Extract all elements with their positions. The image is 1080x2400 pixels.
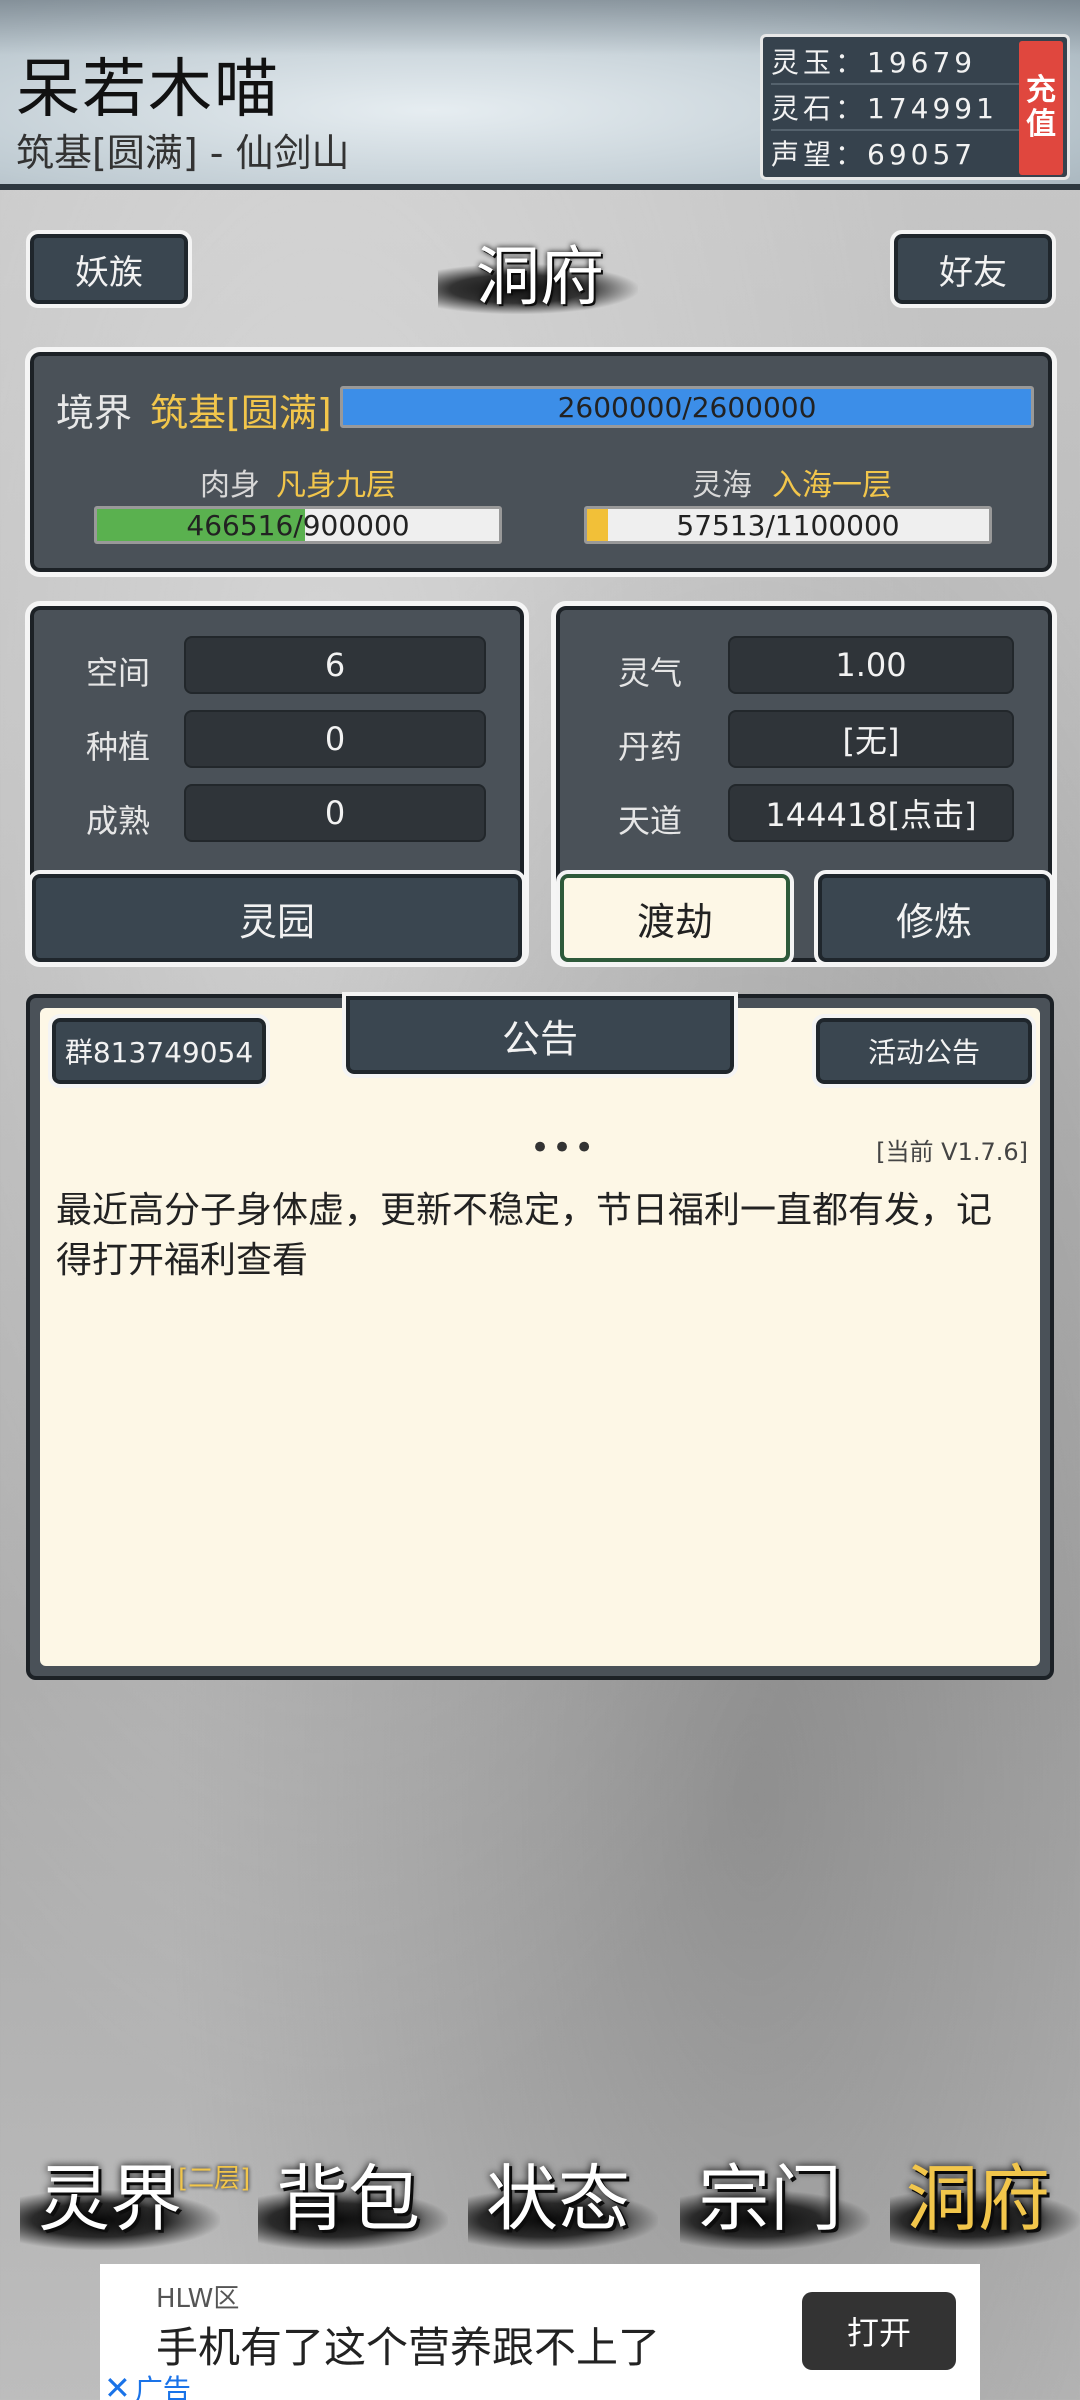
ad-brand: HLW区 xyxy=(156,2284,240,2314)
realm-progress-text: 2600000/2600000 xyxy=(557,390,817,424)
pills-value: [无] xyxy=(728,710,1014,768)
top-header: 呆若木喵 筑基[圆满] - 仙剑山 灵玉：19679 灵石：174991 声望：… xyxy=(0,0,1080,190)
mature-label: 成熟 xyxy=(86,802,151,840)
planted-label: 种植 xyxy=(86,728,151,766)
nav-status[interactable]: 状态 xyxy=(486,2140,630,2250)
realm-panel: 境界 筑基[圆满] 2600000/2600000 肉身 凡身九层 466516… xyxy=(25,347,1057,577)
player-name: 呆若木喵 xyxy=(16,53,280,127)
nav-spirit-realm-badge: [二层] xyxy=(178,2164,251,2194)
sea-value: 入海一层 xyxy=(772,468,892,503)
space-label: 空间 xyxy=(86,654,151,692)
nav-sect[interactable]: 宗门 xyxy=(698,2140,842,2250)
realm-label: 境界 xyxy=(56,391,133,435)
page-title-text: 洞府 xyxy=(476,241,604,315)
page-title: 洞府 xyxy=(430,222,650,322)
friends-button[interactable]: 好友 xyxy=(890,230,1056,308)
sea-label: 灵海 xyxy=(692,468,752,503)
nav-backpack[interactable]: 背包 xyxy=(276,2140,420,2250)
notice-text: 最近高分子身体虚，更新不稳定，节日福利一直都有发，记得打开福利查看 xyxy=(56,1190,993,1281)
pills-label: 丹药 xyxy=(618,728,683,766)
spirit-garden-button[interactable]: 灵园 xyxy=(28,870,526,966)
spirit-qi-label: 灵气 xyxy=(618,654,683,692)
currency-lingshi: 灵石：174991 xyxy=(771,87,1021,131)
recharge-button[interactable]: 充值 xyxy=(1019,41,1063,175)
ad-headline: 手机有了这个营养跟不上了 xyxy=(156,2323,661,2372)
body-label: 肉身 xyxy=(200,468,260,503)
ad-banner[interactable]: HLW区 手机有了这个营养跟不上了 打开 ✕ 广告 xyxy=(100,2264,980,2400)
mature-value: 0 xyxy=(184,784,486,842)
ad-tag: 广告 xyxy=(134,2373,191,2400)
yaozu-button[interactable]: 妖族 xyxy=(26,230,192,308)
heavenly-dao-value[interactable]: 144418[点击] xyxy=(728,784,1014,842)
notice-panel: ••• [当前 V1.7.6] 最近高分子身体虚，更新不稳定，节日福利一直都有发… xyxy=(26,994,1054,1680)
tribulation-button[interactable]: 渡劫 xyxy=(556,870,794,966)
cultivate-button[interactable]: 修炼 xyxy=(814,870,1054,966)
ad-open-button[interactable]: 打开 xyxy=(802,2292,956,2370)
sea-progress-text: 57513/1100000 xyxy=(676,508,900,542)
close-icon[interactable]: ✕ xyxy=(104,2369,131,2400)
planted-value: 0 xyxy=(184,710,486,768)
realm-value: 筑基[圆满] xyxy=(150,391,332,435)
nav-spirit-realm[interactable]: 灵界 xyxy=(38,2140,182,2250)
tab-announcement[interactable]: 公告 xyxy=(342,992,738,1078)
nav-cave-dwelling[interactable]: 洞府 xyxy=(906,2140,1050,2250)
currency-box: 灵玉：19679 灵石：174991 声望：69057 充值 xyxy=(760,34,1070,180)
body-value: 凡身九层 xyxy=(276,468,396,503)
body-progress-bar: 466516/900000 xyxy=(94,506,502,544)
ad-close-area[interactable]: ✕ 广告 xyxy=(104,2368,191,2400)
sea-progress-bar: 57513/1100000 xyxy=(584,506,992,544)
realm-progress-bar: 2600000/2600000 xyxy=(340,386,1034,428)
realm-location: 筑基[圆满] - 仙剑山 xyxy=(16,131,350,175)
currency-reputation: 声望：69057 xyxy=(771,138,977,171)
notice-more-dots: ••• xyxy=(530,1128,597,1168)
group-qq-button[interactable]: 群813749054 xyxy=(48,1014,270,1088)
activity-announcement-button[interactable]: 活动公告 xyxy=(812,1014,1036,1088)
currency-lingyu: 灵玉：19679 xyxy=(771,41,1021,85)
space-value: 6 xyxy=(184,636,486,694)
body-progress-text: 466516/900000 xyxy=(186,508,410,542)
heavenly-dao-label: 天道 xyxy=(618,802,683,840)
notice-content-area: ••• [当前 V1.7.6] 最近高分子身体虚，更新不稳定，节日福利一直都有发… xyxy=(40,1008,1040,1666)
version-label: [当前 V1.7.6] xyxy=(876,1138,1028,1166)
spirit-qi-value: 1.00 xyxy=(728,636,1014,694)
